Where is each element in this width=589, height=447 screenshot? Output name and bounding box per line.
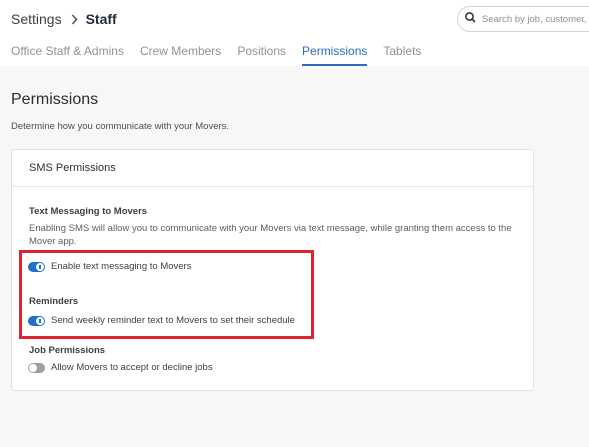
- enable-text-messaging-row[interactable]: Enable text messaging to Movers: [28, 261, 191, 272]
- accept-decline-jobs-row[interactable]: Allow Movers to accept or decline jobs: [28, 362, 213, 373]
- tab-crew-members[interactable]: Crew Members: [140, 44, 221, 66]
- weekly-reminder-row[interactable]: Send weekly reminder text to Movers to s…: [28, 315, 295, 326]
- accept-decline-jobs-toggle[interactable]: [28, 362, 45, 373]
- tab-positions[interactable]: Positions: [237, 44, 286, 66]
- toggle-knob: [29, 363, 37, 372]
- enable-text-messaging-label: Enable text messaging to Movers: [51, 261, 192, 272]
- text-messaging-title: Text Messaging to Movers: [29, 206, 148, 217]
- toggle-knob: [36, 262, 44, 271]
- enable-text-messaging-toggle[interactable]: [28, 261, 45, 272]
- accept-decline-jobs-label: Allow Movers to accept or decline jobs: [51, 362, 213, 373]
- page-subtitle: Determine how you communicate with your …: [11, 121, 230, 132]
- breadcrumb-staff: Staff: [85, 11, 117, 27]
- reminders-title: Reminders: [29, 296, 79, 307]
- job-permissions-title: Job Permissions: [29, 345, 106, 356]
- top-header: Settings Staff Office Staff & Admins Cre…: [0, 0, 589, 66]
- card-title: SMS Permissions: [12, 150, 533, 187]
- breadcrumb: Settings Staff: [11, 11, 117, 27]
- sms-permissions-card: SMS Permissions Text Messaging to Movers…: [11, 149, 534, 391]
- tab-permissions[interactable]: Permissions: [302, 44, 368, 66]
- staff-tabs: Office Staff & Admins Crew Members Posit…: [11, 44, 437, 66]
- weekly-reminder-toggle[interactable]: [28, 315, 45, 326]
- search-box[interactable]: [457, 6, 589, 32]
- tab-tablets[interactable]: Tablets: [383, 44, 421, 66]
- weekly-reminder-label: Send weekly reminder text to Movers to s…: [51, 315, 295, 326]
- tab-office-staff-admins[interactable]: Office Staff & Admins: [11, 44, 124, 66]
- toggle-knob: [36, 316, 44, 325]
- breadcrumb-settings-link[interactable]: Settings: [11, 11, 62, 27]
- search-icon: [465, 10, 476, 28]
- chevron-right-icon: [71, 14, 78, 25]
- text-messaging-description: Enabling SMS will allow you to communica…: [29, 223, 512, 247]
- search-input[interactable]: [482, 13, 589, 25]
- page-title: Permissions: [11, 91, 99, 108]
